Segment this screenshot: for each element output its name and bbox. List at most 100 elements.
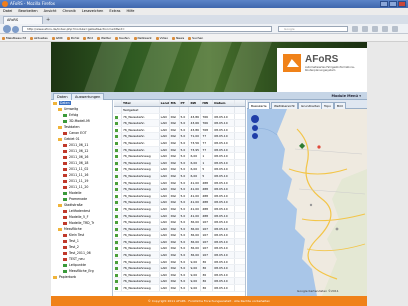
table-row[interactable]: 76_Weissbahnweg LAN DGI 5.0 9,00 36 08.05.10 xyxy=(114,285,245,292)
table-row[interactable]: 76_Weissbahnweg LAN DGI 5.0 36,00 167 08.05.10 xyxy=(114,245,245,253)
table-row[interactable]: 76_Weissbahnweg LAN DGI 5.0 41,00 488 08.05.10 xyxy=(114,186,245,193)
map-tab[interactable]: Grundkarten xyxy=(298,102,323,109)
bookmark-item[interactable]: Suchen xyxy=(188,34,203,41)
download-icon[interactable] xyxy=(362,26,368,32)
bookmark-item[interactable]: Video xyxy=(156,34,168,41)
table-row[interactable]: 76_Weissbahnweg LAN DGI 5.0 6,00 5 08.05.10 xyxy=(114,172,245,180)
bookmark-item[interactable]: Bild xyxy=(83,34,93,41)
zoom-out-button[interactable] xyxy=(252,133,258,139)
table-cell: LAN xyxy=(160,113,170,120)
map-marker[interactable]: ◆ xyxy=(299,141,305,150)
table-cell: 167 xyxy=(201,219,214,225)
table-row[interactable]: 76_Weissbahnweg LAN DGI 5.0 41,00 488 08.05.10 xyxy=(114,212,245,220)
map-view[interactable]: ◆ Google Kartendaten ©2011 xyxy=(247,109,367,296)
table-row[interactable]: 76_Weissbahnweg LAN DGI 5.0 41,00 488 08.05.10 xyxy=(114,179,245,187)
table-row[interactable]: 76_Weissbahn LAN DGI 5.0 73,56 77 08.05.10 xyxy=(114,139,245,147)
map-tab[interactable]: Bild xyxy=(334,102,346,109)
table-cell xyxy=(235,259,245,265)
browser-tab[interactable]: AFoRS xyxy=(3,16,43,24)
table-row[interactable]: 76_Weissbahn LAN DGI 5.0 43,66 766 08.05.10 xyxy=(114,120,245,127)
tab-auswertungen[interactable]: Auswertungen xyxy=(71,93,105,100)
bookmark-item[interactable]: Portal xyxy=(67,34,80,41)
table-cell: 77 xyxy=(201,133,214,139)
menu-item[interactable]: Lesezeichen xyxy=(82,8,104,15)
tab-daten[interactable]: Daten xyxy=(53,93,72,100)
zoom-in-button[interactable] xyxy=(252,125,258,131)
maximize-button[interactable] xyxy=(389,1,397,7)
menu-item[interactable]: Chronik xyxy=(63,8,76,15)
table-row[interactable]: 76_Weissbahnweg LAN DGI 5.0 9,00 36 08.05.10 xyxy=(114,278,245,286)
search-input[interactable]: Google xyxy=(278,26,348,32)
map-tab[interactable]: Basiskarte xyxy=(248,102,270,109)
pan-button[interactable] xyxy=(251,115,259,123)
forward-button[interactable] xyxy=(12,26,19,33)
minimize-button[interactable] xyxy=(380,1,388,7)
table-row[interactable]: 76_Weissbahnweg LAN DGI 5.0 36,00 167 08.05.10 xyxy=(114,252,245,259)
table-cell-icon xyxy=(114,252,122,258)
bookmark-item[interactable]: GMX xyxy=(52,34,63,41)
column-header[interactable]: PT xyxy=(180,100,190,106)
table-cell: 08.05.10 xyxy=(213,186,236,192)
table-row[interactable]: 76_Weissbahnweg LAN DGI 5.0 36,00 167 08.05.10 xyxy=(114,238,245,246)
map-tab[interactable]: Topo xyxy=(321,102,334,109)
column-header[interactable]: MS xyxy=(170,100,180,106)
bookmark-item[interactable]: Wetter xyxy=(97,34,111,41)
tree-item-label: Test_1 xyxy=(69,239,79,243)
column-header[interactable] xyxy=(235,100,245,106)
table-row[interactable]: 76_Weissbahnweg LAN DGI 5.0 6,00 1 08.05.10 xyxy=(114,159,245,167)
table-row[interactable]: 76_Weissbahnweg LAN DGI 5.0 9,00 36 08.05.10 xyxy=(114,265,245,272)
tree-item[interactable]: Papierkorb xyxy=(51,274,112,280)
menu-item[interactable]: Extras xyxy=(109,8,120,15)
table-cell: 5.0 xyxy=(180,232,190,238)
bookmark-item[interactable]: Kaufen xyxy=(115,34,129,41)
tree-item-label: Leitfadentest xyxy=(69,209,91,213)
table-row[interactable]: 76_Weissbahn LAN DGI 5.0 73,95 77 08.05.10 xyxy=(114,146,245,154)
menu-item[interactable]: Datei xyxy=(3,8,12,15)
table-row[interactable]: 76_Weissbahn LAN DGI 5.0 43,86 766 08.05.10 xyxy=(114,113,245,121)
row-status-icon xyxy=(115,128,118,132)
menu-icon[interactable] xyxy=(392,26,398,32)
table-row[interactable]: 76_Weissbahn LAN DGI 5.0 71,00 77 08.05.10 xyxy=(114,133,245,140)
table-row[interactable]: 76_Weissbahnweg LAN DGI 5.0 6,00 1 08.05.10 xyxy=(114,153,245,160)
column-header[interactable]: Datum xyxy=(213,100,236,106)
table-row[interactable]: 76_Weissbahnweg LAN DGI 5.0 36,00 167 08.05.10 xyxy=(114,225,245,233)
tree-item-label: Stadtstraße xyxy=(64,203,83,207)
table-row[interactable]: 76_Weissbahnweg LAN DGI 5.0 41,00 488 08.05.10 xyxy=(114,192,245,200)
table-cell: 08.05.10 xyxy=(213,192,236,199)
module-menu[interactable]: Module Menü ▾ xyxy=(332,93,362,100)
bookmark-item[interactable]: News xyxy=(172,34,184,41)
table-cell: 5.0 xyxy=(180,212,190,219)
tree-item-label: Leitpunkte xyxy=(69,263,86,267)
table-row[interactable]: 76_Weissbahnweg LAN DGI 5.0 36,00 167 08.05.10 xyxy=(114,232,245,239)
home-icon[interactable] xyxy=(352,26,358,32)
table-row[interactable]: 76_Weissbahnweg LAN DGI 5.0 41,00 488 08.05.10 xyxy=(114,199,245,206)
menu-item[interactable]: Hilfe xyxy=(126,8,134,15)
back-button[interactable] xyxy=(3,25,11,33)
bookmark-item[interactable]: Netzwerk xyxy=(134,34,152,41)
column-header[interactable] xyxy=(114,100,122,106)
table-row[interactable]: 76_Weissbahn LAN DGI 5.0 43,86 768 08.05.10 xyxy=(114,126,245,134)
map-tab[interactable]: Weltübersicht xyxy=(271,102,298,109)
row-status-icon xyxy=(115,174,118,178)
table-row[interactable]: 76_Weissbahnweg LAN DGI 5.0 36,00 167 08.05.10 xyxy=(114,219,245,226)
bookmark-item[interactable]: Meistbesucht xyxy=(2,34,26,41)
tree-item-label: Messfläche xyxy=(64,227,82,231)
settings-icon[interactable] xyxy=(382,26,388,32)
column-header[interactable]: RW xyxy=(189,100,202,106)
table-row[interactable]: 76_Weissbahnweg LAN DGI 5.0 41,00 488 08.05.10 xyxy=(114,205,245,213)
column-header[interactable]: Titel xyxy=(122,100,160,106)
url-bar[interactable]: http://www.afors.de/index.php?module=geb… xyxy=(22,26,272,32)
table-row[interactable]: Testgebiet xyxy=(114,107,245,114)
table-row[interactable]: 76_Weissbahnweg LAN DGI 5.0 9,00 36 08.05.10 xyxy=(114,258,245,266)
menu-item[interactable]: Bearbeiten xyxy=(18,8,37,15)
column-header[interactable]: HW xyxy=(201,100,214,106)
table-row[interactable]: 76_Weissbahnweg LAN DGI 5.0 9,00 36 08.05.10 xyxy=(114,271,245,279)
table-cell: DGI xyxy=(170,238,180,245)
column-header[interactable]: Land xyxy=(160,100,170,106)
close-button[interactable] xyxy=(398,1,406,7)
new-tab-button[interactable]: + xyxy=(46,17,52,23)
addon-icon[interactable] xyxy=(372,26,378,32)
table-row[interactable]: 76_Weissbahnweg LAN DGI 5.0 6,00 5 08.05.10 xyxy=(114,166,245,173)
bookmark-item[interactable]: Aktuelles xyxy=(30,34,48,41)
menu-item[interactable]: Ansicht xyxy=(44,8,57,15)
